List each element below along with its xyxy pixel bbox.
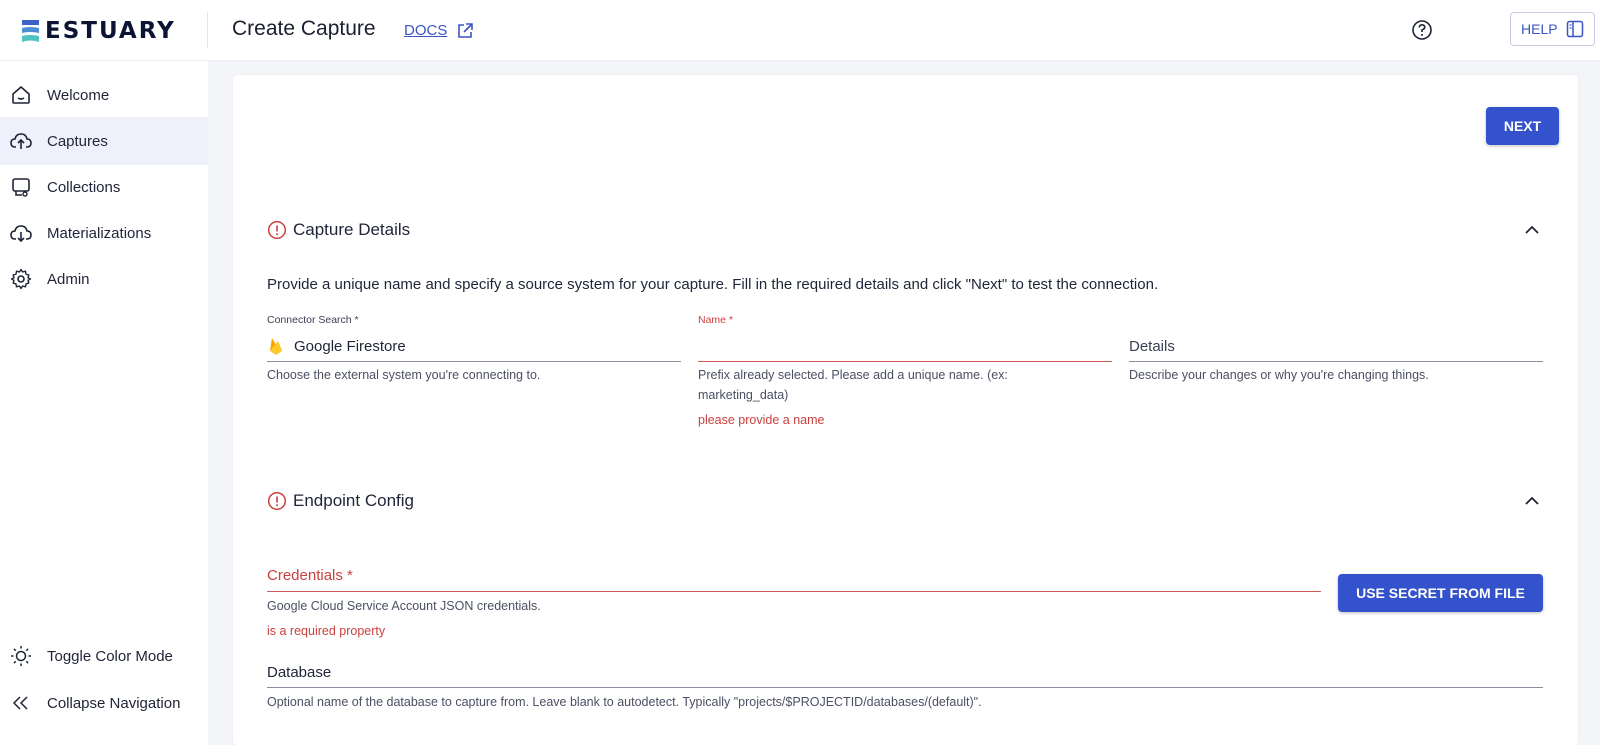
main-card <box>233 75 1578 745</box>
sidebar-item-welcome[interactable]: Welcome <box>0 71 208 119</box>
page-title: Create Capture <box>232 17 376 40</box>
credentials-error: is a required property <box>267 624 386 638</box>
database-helper: Optional name of the database to capture… <box>267 695 982 709</box>
gear-icon <box>10 268 32 290</box>
sidebar-item-label: Collections <box>47 178 121 196</box>
top-bar: ESTUARY Create Capture DOCS HELP <box>0 0 1600 61</box>
sidebar-item-materializations[interactable]: Materializations <box>0 209 208 257</box>
firestore-flame-icon <box>270 338 282 355</box>
sidebar: Welcome Captures Collections Materializa… <box>0 61 208 745</box>
use-secret-from-file-button[interactable]: USE SECRET FROM FILE <box>1338 574 1543 612</box>
error-circle-icon <box>267 491 287 511</box>
collapse-navigation[interactable]: Collapse Navigation <box>0 679 208 727</box>
endpoint-config-title: Endpoint Config <box>293 491 414 510</box>
docs-link[interactable]: DOCS <box>404 22 447 39</box>
credentials-underline <box>267 591 1321 592</box>
sidebar-item-collections[interactable]: Collections <box>0 163 208 211</box>
help-button-label: HELP <box>1521 21 1558 37</box>
sidebar-item-label: Materializations <box>47 224 152 242</box>
database-underline <box>267 687 1543 688</box>
details-helper: Describe your changes or why you're chan… <box>1129 368 1429 382</box>
cloud-download-icon <box>10 225 32 243</box>
sidebar-item-label: Admin <box>47 270 90 288</box>
error-circle-icon <box>267 220 287 240</box>
side-panel-icon <box>1566 20 1583 38</box>
chevron-up-icon[interactable] <box>1523 221 1541 239</box>
database-field[interactable]: Database <box>267 664 331 681</box>
capture-details-intro: Provide a unique name and specify a sour… <box>267 276 1159 293</box>
sidebar-item-admin[interactable]: Admin <box>0 255 208 303</box>
external-link-icon[interactable] <box>456 22 474 40</box>
top-divider <box>207 12 208 48</box>
connector-search-input[interactable]: Google Firestore <box>294 338 406 355</box>
details-input[interactable]: Details <box>1129 338 1175 355</box>
capture-details-header[interactable]: Capture Details <box>267 220 410 240</box>
endpoint-config-header[interactable]: Endpoint Config <box>267 491 414 511</box>
name-input[interactable] <box>698 338 1112 358</box>
toggle-color-mode-label: Toggle Color Mode <box>47 647 173 665</box>
details-underline <box>1129 361 1543 362</box>
collections-icon <box>12 178 30 197</box>
chevron-up-icon[interactable] <box>1523 492 1541 510</box>
name-underline <box>698 361 1112 362</box>
estuary-logo-icon <box>22 20 39 42</box>
help-circle-icon[interactable] <box>1411 19 1433 41</box>
logo-text: ESTUARY <box>45 18 176 44</box>
sidebar-item-label: Captures <box>47 132 108 150</box>
name-helper: Prefix already selected. Please add a un… <box>698 368 1008 402</box>
estuary-logo[interactable]: ESTUARY <box>20 15 176 47</box>
sun-icon <box>11 646 31 666</box>
name-error: please provide a name <box>698 413 825 427</box>
credentials-field[interactable]: Credentials * <box>267 567 353 584</box>
credentials-helper: Google Cloud Service Account JSON creden… <box>267 599 541 613</box>
home-icon <box>12 86 30 104</box>
toggle-color-mode[interactable]: Toggle Color Mode <box>0 632 208 680</box>
connector-search-helper: Choose the external system you're connec… <box>267 368 541 382</box>
double-chevron-left-icon <box>12 696 28 710</box>
name-label: Name * <box>698 314 734 326</box>
connector-search-label: Connector Search * <box>267 314 359 326</box>
next-button[interactable]: NEXT <box>1486 107 1559 145</box>
help-button[interactable]: HELP <box>1510 12 1595 46</box>
cloud-upload-icon <box>10 133 32 149</box>
connector-search-underline <box>267 361 681 362</box>
capture-details-title: Capture Details <box>293 220 411 239</box>
sidebar-item-captures[interactable]: Captures <box>0 117 208 165</box>
sidebar-item-label: Welcome <box>47 86 110 104</box>
collapse-navigation-label: Collapse Navigation <box>47 694 181 712</box>
